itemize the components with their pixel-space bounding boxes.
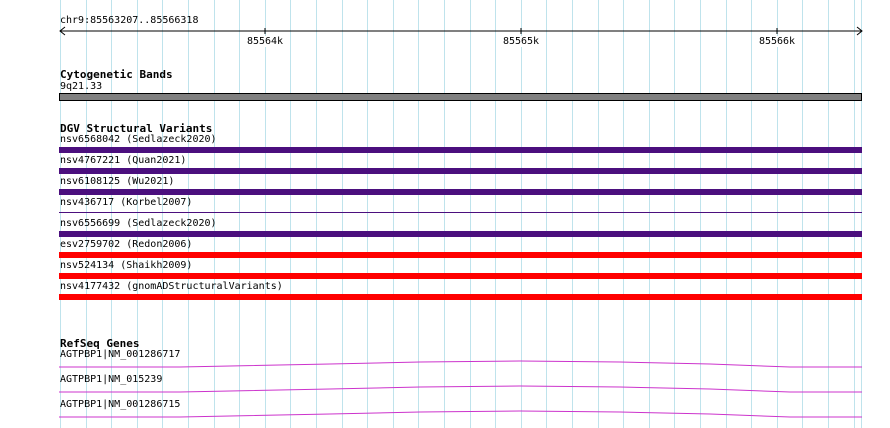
- track-title-cytoband: Cytogenetic Bands: [60, 68, 173, 81]
- dgv-feature[interactable]: [59, 273, 862, 279]
- ruler-tick-label: 85564k: [245, 36, 285, 47]
- gene-model[interactable]: [0, 406, 890, 420]
- dgv-feature-label: nsv524134 (Shaikh2009): [60, 260, 193, 271]
- dgv-feature[interactable]: [59, 212, 862, 213]
- dgv-feature-label: esv2759702 (Redon2006): [60, 239, 193, 250]
- cytoband-label: 9q21.33: [60, 81, 103, 92]
- dgv-feature-label: nsv4177432 (gnomADStructuralVariants): [60, 281, 283, 292]
- dgv-feature-label: nsv436717 (Korbel2007): [60, 197, 193, 208]
- dgv-feature[interactable]: [59, 189, 862, 195]
- dgv-feature-label: nsv6108125 (Wu2021): [60, 176, 175, 187]
- ruler-axis: [59, 26, 863, 36]
- dgv-feature-label: nsv6568042 (Sedlazeck2020): [60, 134, 217, 145]
- dgv-feature[interactable]: [59, 294, 862, 300]
- dgv-feature[interactable]: [59, 231, 862, 237]
- cytoband-feature[interactable]: [59, 93, 862, 101]
- gene-model[interactable]: [0, 356, 890, 370]
- dgv-feature[interactable]: [59, 147, 862, 153]
- gene-model[interactable]: [0, 381, 890, 395]
- dgv-feature[interactable]: [59, 252, 862, 258]
- ruler-tick-label: 85566k: [757, 36, 797, 47]
- dgv-feature-label: nsv6556699 (Sedlazeck2020): [60, 218, 217, 229]
- dgv-feature[interactable]: [59, 168, 862, 174]
- dgv-feature-label: nsv4767221 (Quan2021): [60, 155, 187, 166]
- ruler-tick-label: 85565k: [501, 36, 541, 47]
